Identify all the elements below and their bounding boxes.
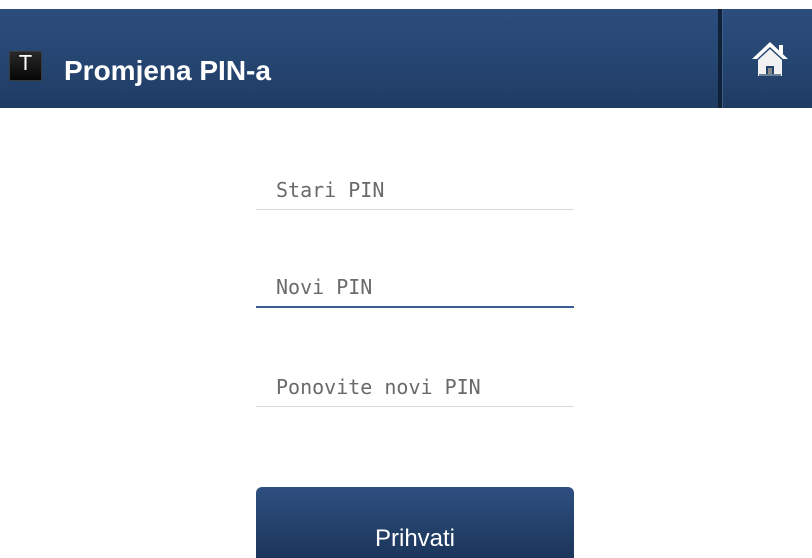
app-header: T Promjena PIN-a (0, 9, 812, 108)
repeat-new-pin-input[interactable] (256, 367, 574, 407)
top-strip (0, 0, 812, 9)
pin-change-screen: T Promjena PIN-a Prihvati (0, 0, 812, 558)
new-pin-input[interactable] (256, 268, 574, 308)
home-button[interactable] (728, 9, 812, 108)
accept-button[interactable]: Prihvati (256, 487, 574, 558)
page-title: Promjena PIN-a (64, 55, 271, 86)
header-divider (718, 9, 722, 108)
app-logo-letter: T (19, 51, 32, 75)
old-pin-input[interactable] (256, 170, 574, 210)
home-icon (752, 41, 788, 76)
app-logo: T (9, 51, 42, 81)
